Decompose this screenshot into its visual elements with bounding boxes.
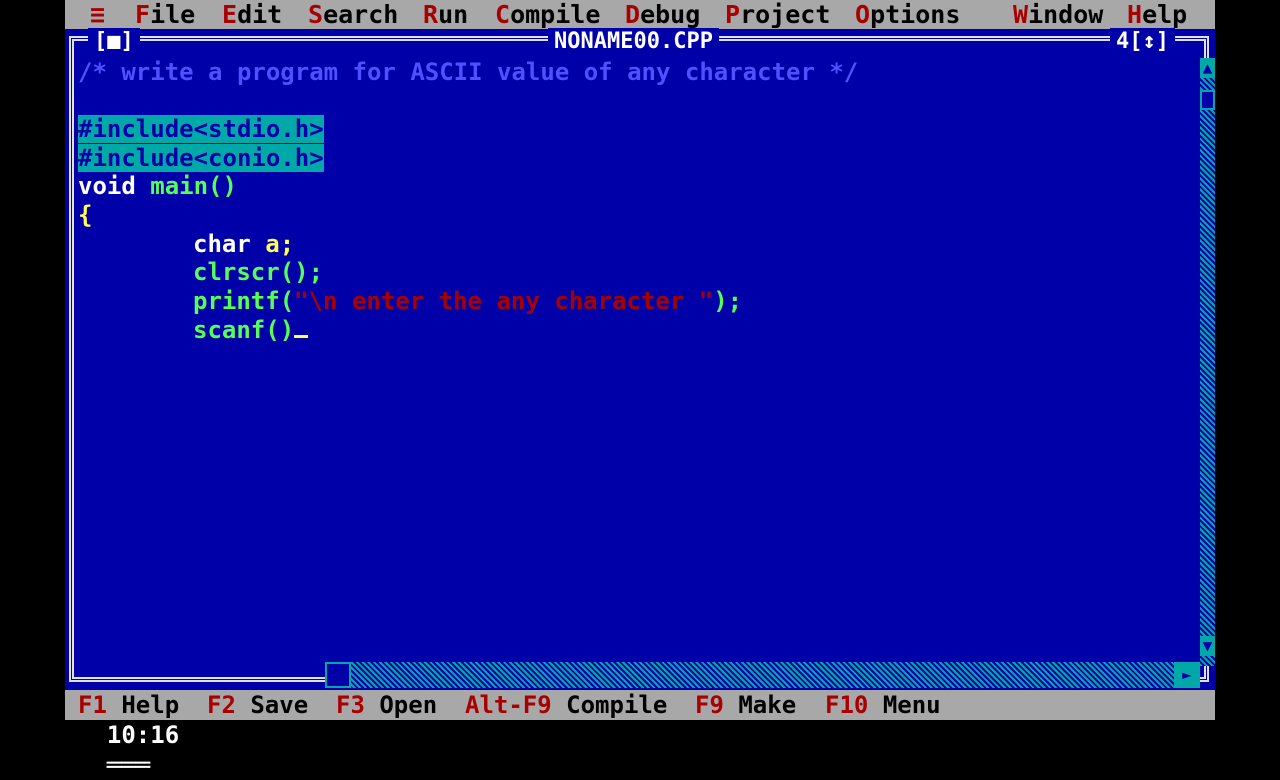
text-cursor <box>294 335 309 338</box>
horizontal-scrollbar[interactable]: ◄ ► <box>325 662 1200 688</box>
scroll-right-arrow-icon[interactable]: ► <box>1174 662 1200 688</box>
code-line-char-decl[interactable]: char a; <box>193 230 294 258</box>
code-editor[interactable]: /* write a program for ASCII value of an… <box>78 58 1198 648</box>
scroll-down-arrow-icon[interactable]: ▼ <box>1200 636 1215 656</box>
vertical-scrollbar[interactable]: ▲ ▼ <box>1200 58 1215 666</box>
scroll-up-arrow-icon[interactable]: ▲ <box>1200 58 1215 78</box>
system-menu-icon[interactable]: ≡ <box>90 0 105 29</box>
menu-search[interactable]: Search <box>308 0 398 29</box>
fkey-help[interactable]: F1 Help <box>78 690 179 720</box>
menu-debug[interactable]: Debug <box>625 0 700 29</box>
code-line-printf[interactable]: printf("\n enter the any character "); <box>193 287 742 315</box>
code-line-open-brace[interactable]: { <box>78 201 92 229</box>
menu-bar: ≡ File Edit Search Run Compile Debug Pro… <box>65 0 1215 29</box>
code-line-clrscr[interactable]: clrscr(); <box>193 258 323 286</box>
function-key-bar: F1 Help F2 Save F3 Open Alt-F9 Compile F… <box>65 690 1215 720</box>
menu-run[interactable]: Run <box>423 0 468 29</box>
close-box-button[interactable]: [■] <box>88 28 140 56</box>
fkey-make[interactable]: F9 Make <box>695 690 796 720</box>
window-number-and-zoom[interactable]: 4[↕] <box>1110 28 1175 56</box>
zoom-box-button[interactable]: [↕] <box>1129 29 1169 54</box>
code-line-include-stdio[interactable]: #include<stdio.h> <box>78 115 324 143</box>
cursor-position: 10:16 <box>106 721 180 749</box>
menu-compile[interactable]: Compile <box>495 0 600 29</box>
code-line-comment[interactable]: /* write a program for ASCII value of an… <box>78 58 858 86</box>
menu-options[interactable]: Options <box>855 0 960 29</box>
vertical-scroll-thumb[interactable] <box>1200 90 1215 110</box>
fkey-open[interactable]: F3 Open <box>336 690 437 720</box>
fkey-compile[interactable]: Alt-F9 Compile <box>465 690 667 720</box>
code-line-main[interactable]: void main() <box>78 172 237 200</box>
menu-file[interactable]: File <box>135 0 195 29</box>
status-line: ═✶══ 10:16 ═══ <box>78 660 179 779</box>
horizontal-scroll-thumb[interactable] <box>325 662 351 688</box>
menu-edit[interactable]: Edit <box>222 0 282 29</box>
menu-help[interactable]: Help <box>1127 0 1187 29</box>
fkey-save[interactable]: F2 Save <box>207 690 308 720</box>
frame-border: ═══ <box>106 751 151 779</box>
code-line-include-conio[interactable]: #include<conio.h> <box>78 144 324 172</box>
window-number: 4 <box>1116 29 1130 54</box>
code-line-scanf[interactable]: scanf() <box>193 316 309 344</box>
window-title: NONAME00.CPP <box>548 28 719 56</box>
fkey-menu[interactable]: F10 Menu <box>825 690 941 720</box>
menu-project[interactable]: Project <box>725 0 830 29</box>
menu-window[interactable]: Window <box>1013 0 1103 29</box>
